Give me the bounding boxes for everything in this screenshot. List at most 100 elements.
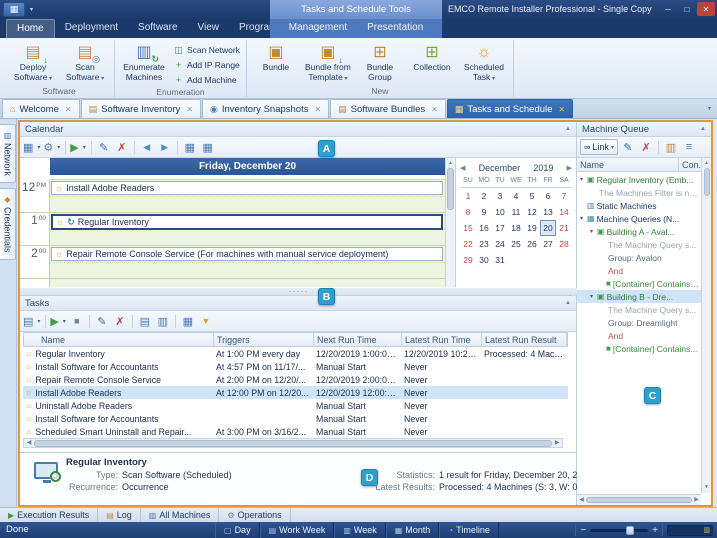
details-view-button[interactable]: ▤ xyxy=(137,313,153,329)
mini-calendar-day[interactable]: 15 xyxy=(460,220,476,236)
close-tab-icon[interactable]: ✕ xyxy=(431,105,438,114)
week-view-button[interactable]: ▦ xyxy=(200,139,216,155)
collapse-panel-icon[interactable]: ▲ xyxy=(700,126,706,132)
tree-expand-icon[interactable]: ▾ xyxy=(580,215,587,222)
scan-software-button[interactable]: ▤ ◎ Scan Software xyxy=(59,40,111,84)
mini-calendar-day[interactable]: 20 xyxy=(540,220,556,236)
new-collection-button[interactable]: ⊞ Collection xyxy=(406,40,458,73)
task-row[interactable]: ☼ Scheduled Smart Uninstall and Repair...… xyxy=(23,425,568,438)
tree-item[interactable]: ▾ ▣ Regular Inventory (Emb... xyxy=(577,173,701,186)
calendar-event[interactable]: ☼ Install Adobe Readers xyxy=(51,181,443,195)
enumerate-machines-button[interactable]: ▥ ↻ Enumerate Machines xyxy=(118,40,170,82)
edit-task-button[interactable]: ✎ xyxy=(94,313,110,329)
close-tab-icon[interactable]: ✕ xyxy=(186,105,193,114)
scrollbar-thumb[interactable] xyxy=(703,168,710,196)
mini-calendar-day[interactable]: 17 xyxy=(492,220,508,236)
view-button[interactable]: ◔ Timeline xyxy=(439,522,499,538)
scan-network-button[interactable]: ◫ Scan Network xyxy=(170,43,243,57)
mini-calendar-day[interactable]: 8 xyxy=(460,204,476,220)
tree-item[interactable]: And xyxy=(577,264,701,277)
view-button[interactable]: ▢ Day xyxy=(215,522,260,538)
bundle-group-button[interactable]: ⊞ Bundle Group xyxy=(354,40,406,82)
column-header[interactable]: Triggers xyxy=(214,333,314,346)
scroll-up-icon[interactable]: ▲ xyxy=(448,159,453,168)
minimize-button[interactable]: ─ xyxy=(659,2,677,16)
mini-calendar-day[interactable]: 10 xyxy=(492,204,508,220)
next-day-button[interactable]: ▶ xyxy=(157,139,173,155)
view-button[interactable]: ▥ Week xyxy=(334,522,386,538)
tree-expand-icon[interactable]: ▾ xyxy=(580,176,587,183)
mini-calendar-day[interactable]: 4 xyxy=(508,188,524,204)
run-task-button[interactable]: ▶ xyxy=(50,313,66,329)
mini-calendar-day[interactable]: 27 xyxy=(540,236,556,252)
document-tab[interactable]: ▤ Software Inventory ✕ xyxy=(80,99,201,118)
task-row[interactable]: ☼ Install Software for Accountants Manual… xyxy=(23,412,568,425)
previous-day-button[interactable]: ◀ xyxy=(139,139,155,155)
column-header[interactable]: Name xyxy=(24,333,214,346)
column-header[interactable]: Latest Run Time xyxy=(402,333,482,346)
ribbon-tab[interactable]: Deployment xyxy=(55,19,128,38)
zoom-slider[interactable] xyxy=(590,525,649,535)
mini-calendar-day[interactable]: 14 xyxy=(556,204,572,220)
filter-button[interactable]: ▼ xyxy=(198,313,214,329)
scroll-left-icon[interactable]: ◀ xyxy=(577,496,586,505)
document-tab[interactable]: ▦ Tasks and Schedule ✕ xyxy=(446,99,574,118)
columns-button[interactable]: ▥ xyxy=(663,139,679,155)
mini-calendar-day[interactable]: 5 xyxy=(524,188,540,204)
task-row[interactable]: ☼ Uninstall Adobe Readers Manual Start Ne… xyxy=(23,399,568,412)
mini-calendar-day[interactable]: 24 xyxy=(492,236,508,252)
scroll-right-icon[interactable]: ▶ xyxy=(692,496,701,505)
scroll-left-icon[interactable]: ◀ xyxy=(24,439,34,448)
machine-queue-scrollbar[interactable]: ▲ ▼ xyxy=(701,158,711,493)
columns-button[interactable]: ▦ xyxy=(180,313,196,329)
document-tab[interactable]: ◉ Inventory Snapshots ✕ xyxy=(202,99,330,118)
calendar-settings-button[interactable]: ▦ xyxy=(23,139,41,155)
mini-calendar-day[interactable]: 13 xyxy=(540,204,556,220)
mini-calendar-day[interactable]: 22 xyxy=(460,236,476,252)
task-view-button[interactable]: ▤ xyxy=(23,313,41,329)
contextual-ribbon-tab[interactable]: Presentation xyxy=(357,19,433,38)
machine-queue-horizontal-scrollbar[interactable]: ◀ ▶ xyxy=(577,494,701,505)
sidebar-tab-network[interactable]: ▥ Network xyxy=(0,124,16,184)
mini-calendar-day[interactable]: 9 xyxy=(476,204,492,220)
scroll-down-icon[interactable]: ▼ xyxy=(704,483,709,492)
calendar-options-button[interactable]: ⚙ xyxy=(43,139,61,155)
mini-calendar-day[interactable]: 18 xyxy=(508,220,524,236)
collapse-panel-icon[interactable]: ▲ xyxy=(565,126,571,132)
mini-calendar-day[interactable]: 1 xyxy=(460,188,476,204)
tree-item[interactable]: And xyxy=(577,329,701,342)
document-tab[interactable]: ⌂ Welcome ✕ xyxy=(2,99,80,118)
mini-calendar-day[interactable]: 11 xyxy=(508,204,524,220)
task-row[interactable]: ☼ Repair Remote Console Service At 2:00 P… xyxy=(23,373,568,386)
column-header[interactable]: Name xyxy=(577,158,679,171)
close-tab-icon[interactable]: ✕ xyxy=(558,105,565,114)
zoom-slider-thumb[interactable] xyxy=(626,525,635,535)
scroll-right-icon[interactable]: ▶ xyxy=(552,439,562,448)
delete-query-button[interactable]: ✗ xyxy=(638,139,654,155)
tree-item[interactable]: ▾ ▣ Building B - Dre... xyxy=(577,290,701,303)
horizontal-splitter[interactable]: ····· xyxy=(20,287,577,296)
mini-calendar-day[interactable]: 19 xyxy=(524,220,540,236)
mini-calendar-day[interactable]: 21 xyxy=(556,220,572,236)
close-tab-icon[interactable]: ✕ xyxy=(65,105,72,114)
mini-calendar-day[interactable]: 16 xyxy=(476,220,492,236)
list-view-button[interactable]: ▥ xyxy=(155,313,171,329)
new-bundle-button[interactable]: ▣ Bundle xyxy=(250,40,302,73)
time-slot[interactable]: ☼ Repair Remote Console Service (For mac… xyxy=(50,246,445,278)
mini-calendar-day[interactable]: 23 xyxy=(476,236,492,252)
dock-tab[interactable]: ▶ Execution Results xyxy=(0,508,99,522)
add-ip-range-button[interactable]: + Add IP Range xyxy=(170,58,243,72)
close-button[interactable]: ✕ xyxy=(697,2,715,16)
close-tab-icon[interactable]: ✕ xyxy=(314,105,321,114)
tree-expand-icon[interactable]: ▾ xyxy=(590,293,597,300)
scrollbar-thumb[interactable] xyxy=(586,497,692,503)
tree-item[interactable]: ▾ ▣ Building A - Aval... xyxy=(577,225,701,238)
document-tab[interactable]: ▤ Software Bundles ✕ xyxy=(330,99,446,118)
zoom-out-icon[interactable]: − xyxy=(580,525,586,536)
task-row[interactable]: ☼ Install Adobe Readers At 12:00 PM on 12… xyxy=(23,386,568,399)
stop-task-button[interactable]: ■ xyxy=(69,313,85,329)
day-view-button[interactable]: ▦ xyxy=(182,139,198,155)
link-button[interactable]: ∞ Link ▾ xyxy=(580,139,618,155)
tree-item[interactable]: Group: Dreamlight xyxy=(577,316,701,329)
maximize-button[interactable]: □ xyxy=(678,2,696,16)
